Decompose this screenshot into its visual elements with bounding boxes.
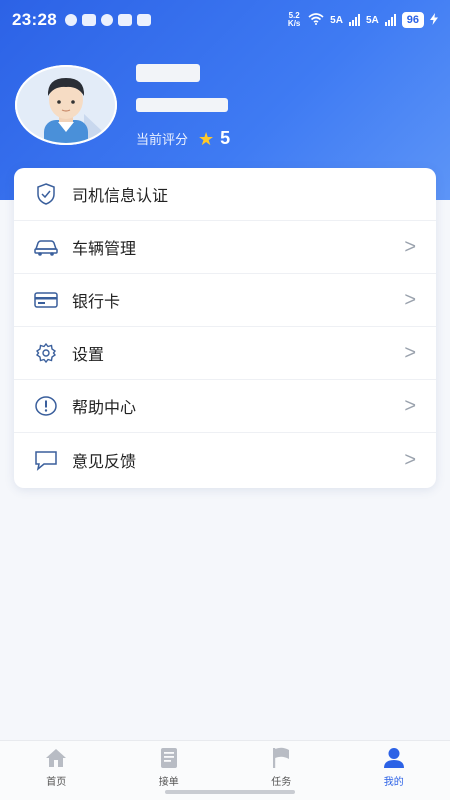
status-right: 5.2 K/s 5A 5A 96 (286, 12, 438, 28)
tab-label: 首页 (46, 777, 67, 788)
chevron-right-icon: > (404, 236, 416, 258)
status-bar: 23:28 5.2 K/s 5A 5A 96 (0, 0, 450, 40)
chevron-right-icon: > (404, 448, 416, 471)
chevron-right-icon: > (404, 289, 416, 311)
star-icon: ★ (198, 128, 215, 149)
status-time: 23:28 (12, 10, 57, 29)
menu-item-vehicle-management[interactable]: 车辆管理 > (14, 221, 436, 274)
battery-indicator: 96 (401, 12, 424, 28)
menu-item-label: 车辆管理 (72, 241, 137, 258)
menu-item-label: 银行卡 (72, 294, 121, 311)
network-speed: 5.2 K/s (287, 11, 301, 28)
menu-card: 司机信息认证 车辆管理 > 银行卡 > 设置 > 帮助中心 > 意见反馈 > (14, 168, 436, 488)
cloud-icon (64, 14, 77, 26)
order-icon (156, 746, 182, 770)
signal-icon-1 (348, 14, 360, 26)
gear-icon (32, 341, 60, 365)
signal-icon-2 (384, 14, 396, 26)
user-avatar-icon (15, 65, 117, 145)
qq-icon (100, 14, 113, 26)
home-indicator[interactable] (165, 790, 295, 794)
user-phone-redacted (136, 98, 228, 112)
rating-row: 当前评分 ★ 5 (136, 128, 230, 149)
menu-item-bank-card[interactable]: 银行卡 > (14, 274, 436, 327)
menu-item-feedback[interactable]: 意见反馈 > (14, 433, 436, 486)
menu-item-help-center[interactable]: 帮助中心 > (14, 380, 436, 433)
menu-item-label: 帮助中心 (72, 400, 137, 417)
arrow-app-icon (117, 14, 132, 26)
rating-value: 5 (220, 128, 231, 148)
tab-label: 任务 (271, 777, 292, 788)
tab-label: 接单 (158, 777, 179, 788)
menu-item-settings[interactable]: 设置 > (14, 327, 436, 380)
avatar[interactable] (14, 64, 118, 146)
app-notification-icon (81, 14, 96, 26)
tab-mine[interactable]: 我的 (338, 741, 450, 800)
home-icon (43, 746, 69, 770)
tab-label: 我的 (383, 777, 404, 788)
menu-item-label: 意见反馈 (72, 453, 137, 471)
tab-home[interactable]: 首页 (0, 741, 113, 800)
menu-item-driver-verification[interactable]: 司机信息认证 (14, 168, 436, 221)
chevron-right-icon: > (404, 395, 416, 417)
shield-check-icon (32, 182, 60, 206)
car-icon (32, 235, 60, 259)
help-icon (32, 394, 60, 418)
menu-item-label: 司机信息认证 (72, 188, 169, 205)
bank-card-icon (32, 288, 60, 312)
network-type-1: 5A (330, 14, 343, 26)
user-name-redacted (136, 64, 200, 82)
notification-icons (64, 14, 151, 26)
flag-icon (268, 746, 294, 770)
network-type-2: 5A (365, 14, 379, 26)
user-icon (381, 746, 407, 770)
charging-icon (430, 12, 438, 28)
chevron-right-icon: > (404, 342, 416, 364)
feedback-icon (32, 448, 60, 472)
wifi-icon (308, 12, 324, 28)
rating-label: 当前评分 (136, 132, 189, 147)
translate-icon (136, 14, 151, 26)
menu-item-label: 设置 (72, 347, 105, 364)
